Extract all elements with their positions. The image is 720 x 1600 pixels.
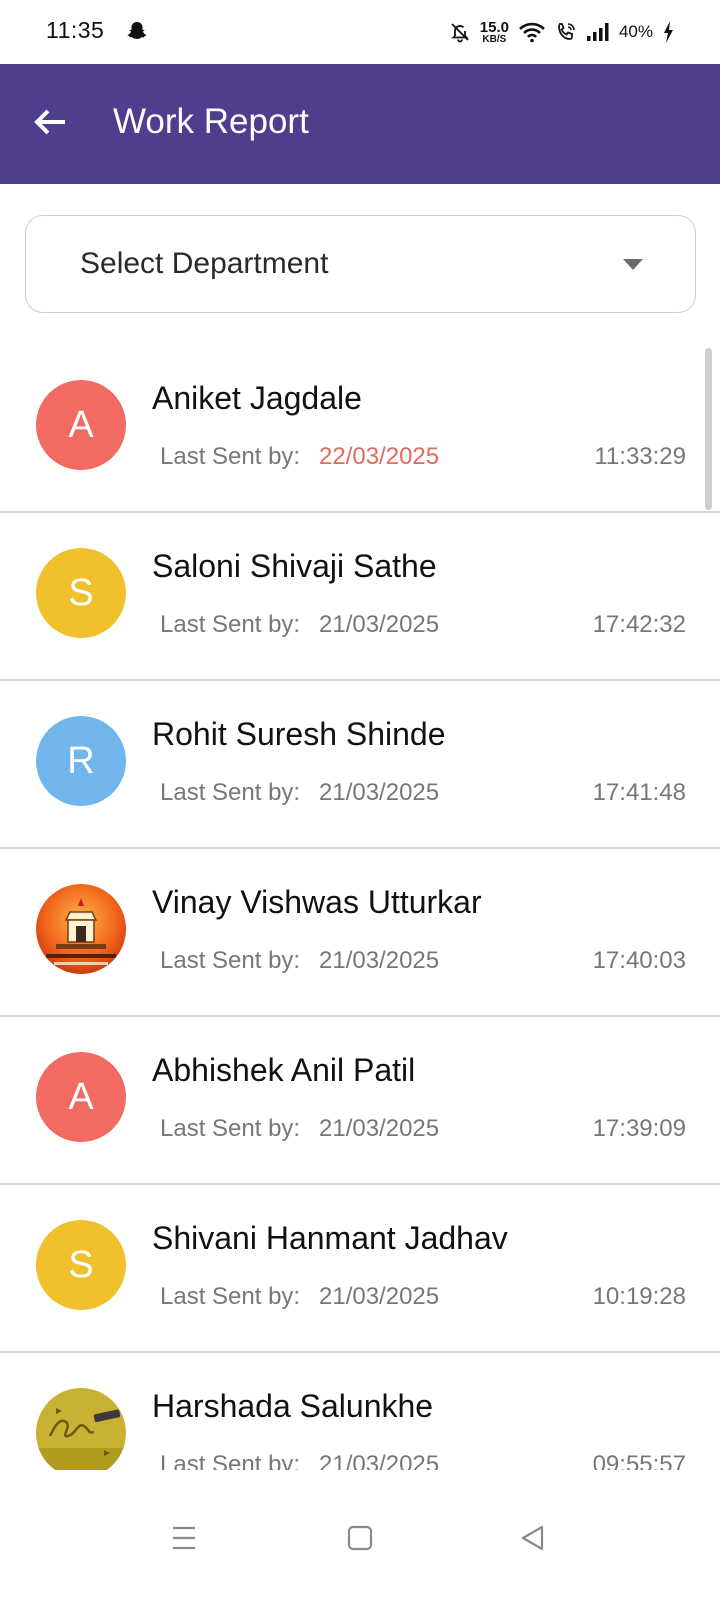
app-bar: Work Report: [0, 64, 720, 184]
avatar: A: [36, 380, 126, 470]
last-sent-date: 21/03/2025: [319, 947, 440, 974]
last-sent-label: Last Sent by:: [160, 1283, 301, 1310]
last-sent-label: Last Sent by:: [160, 947, 301, 974]
page-title: Work Report: [113, 102, 309, 141]
avatar-letter: S: [68, 1243, 94, 1286]
avatar-letter: S: [68, 571, 94, 614]
avatar-letter: R: [67, 739, 95, 782]
list-item[interactable]: A Aniket Jagdale Last Sent by: 22/03/2025 11…: [0, 345, 720, 513]
back-button[interactable]: [28, 102, 72, 146]
system-nav-bar: [0, 1480, 720, 1600]
last-sent-date: 21/03/2025: [319, 1451, 440, 1470]
last-sent-time: 17:40:03: [592, 947, 686, 974]
arrow-left-icon: [33, 107, 67, 142]
last-sent-label: Last Sent by:: [160, 1451, 301, 1470]
signal-icon: [586, 22, 610, 42]
avatar: [36, 1388, 126, 1470]
employee-name: Harshada Salunkhe: [152, 1388, 434, 1424]
snapchat-ghost-icon: [126, 20, 148, 42]
network-speed: 15.0 KB/S: [480, 20, 509, 45]
last-sent-time: 17:39:09: [592, 1115, 686, 1142]
status-time: 11:35: [46, 17, 105, 43]
avatar: [36, 884, 126, 974]
network-speed-value: 15.0: [479, 18, 509, 36]
system-back-button[interactable]: [512, 1520, 552, 1560]
last-sent-time: 09:55:57: [592, 1451, 686, 1470]
last-sent-label: Last Sent by:: [160, 443, 301, 470]
department-select[interactable]: Select Department: [25, 215, 696, 313]
home-button[interactable]: [340, 1520, 380, 1560]
bell-muted-icon: [449, 21, 471, 43]
list-item[interactable]: S Saloni Shivaji Sathe Last Sent by: 21/03/…: [0, 513, 720, 681]
last-sent-time: 11:33:29: [594, 443, 686, 470]
last-sent-time: 17:42:32: [592, 611, 686, 638]
last-sent-label: Last Sent by:: [160, 611, 301, 638]
department-select-label: Select Department: [80, 247, 329, 280]
employee-name: Vinay Vishwas Utturkar: [152, 884, 482, 920]
wifi-icon: [518, 21, 546, 43]
back-triangle-icon: [518, 1524, 546, 1557]
list-item[interactable]: S Shivani Hanmant Jadhav Last Sent by: 21/0…: [0, 1185, 720, 1353]
avatar: A: [36, 1052, 126, 1142]
avatar: R: [36, 716, 126, 806]
last-sent-label: Last Sent by:: [160, 1115, 301, 1142]
status-bar: 11:35 15.0 KB/S 40%: [0, 0, 720, 64]
avatar-letter: A: [68, 1075, 94, 1118]
list-item[interactable]: Vinay Vishwas Utturkar Last Sent by: 21/03…: [0, 849, 720, 1017]
battery-charging-icon: [662, 20, 674, 44]
home-square-icon: [346, 1524, 374, 1557]
network-speed-unit: KB/S: [482, 33, 507, 45]
list-scrollbar[interactable]: [705, 348, 712, 510]
list-item[interactable]: A Abhishek Anil Patil Last Sent by: 21/03/2…: [0, 1017, 720, 1185]
employee-name: Rohit Suresh Shinde: [152, 716, 446, 752]
dropdown-caret-icon: [623, 259, 643, 270]
last-sent-time: 17:41:48: [592, 779, 686, 806]
last-sent-date: 21/03/2025: [319, 779, 440, 806]
employee-name: Shivani Hanmant Jadhav: [152, 1220, 508, 1256]
avatar: S: [36, 1220, 126, 1310]
employee-name: Aniket Jagdale: [152, 380, 362, 416]
list-item[interactable]: R Rohit Suresh Shinde Last Sent by: 21/03/2…: [0, 681, 720, 849]
employee-name: Saloni Shivaji Sathe: [152, 548, 437, 584]
menu-icon: [169, 1524, 199, 1557]
battery-percent: 40%: [618, 22, 653, 41]
last-sent-date: 21/03/2025: [319, 1115, 440, 1142]
status-icons: 15.0 KB/S 40%: [449, 16, 674, 48]
employee-name: Abhishek Anil Patil: [152, 1052, 416, 1088]
last-sent-date: 21/03/2025: [319, 611, 440, 638]
employee-list[interactable]: A Aniket Jagdale Last Sent by: 22/03/2025 11…: [0, 345, 720, 1470]
recent-apps-button[interactable]: [164, 1520, 204, 1560]
last-sent-label: Last Sent by:: [160, 779, 301, 806]
last-sent-date: 22/03/2025: [319, 443, 440, 470]
wifi-calling-icon: [555, 21, 577, 43]
list-item[interactable]: Harshada Salunkhe Last Sent by: 21/03/2025…: [0, 1353, 720, 1470]
last-sent-date: 21/03/2025: [319, 1283, 440, 1310]
avatar-letter: A: [68, 403, 94, 446]
avatar: S: [36, 548, 126, 638]
last-sent-time: 10:19:28: [592, 1283, 686, 1310]
